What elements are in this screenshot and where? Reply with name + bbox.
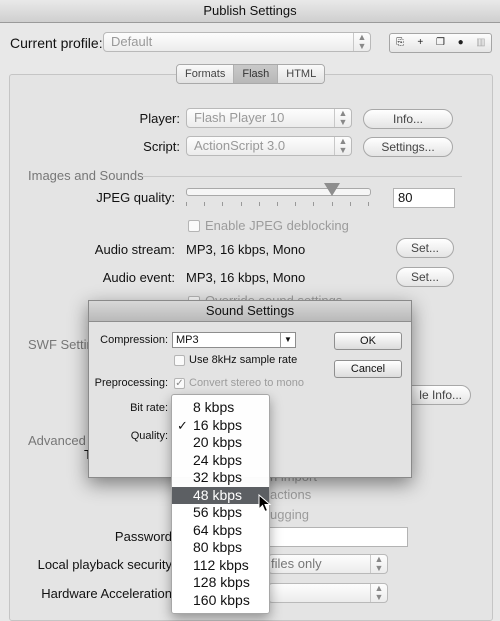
bitrate-menu-item[interactable]: 8 kbps bbox=[172, 399, 269, 416]
import-export-icon[interactable]: ⎘ bbox=[393, 36, 407, 50]
bitrate-menu-item[interactable]: 48 kbps bbox=[172, 486, 269, 504]
current-profile-label: Current profile: bbox=[10, 35, 103, 51]
audio-stream-set-button[interactable]: Set... bbox=[396, 238, 454, 258]
player-label: Player: bbox=[139, 111, 180, 126]
quality-label: Quality: bbox=[130, 430, 168, 442]
player-info-button[interactable]: Info... bbox=[363, 109, 453, 129]
local-playback-value: files only bbox=[271, 556, 322, 571]
bitrate-menu-item-label: 128 kbps bbox=[193, 574, 250, 590]
profile-popup[interactable]: Default ▲ ▼ bbox=[103, 32, 371, 52]
jpeg-quality-slider[interactable] bbox=[186, 188, 371, 196]
bitrate-menu-item[interactable]: 64 kbps bbox=[172, 522, 269, 539]
bit-rate-label: Bit rate: bbox=[130, 402, 168, 414]
up-down-arrows-icon: ▲ ▼ bbox=[353, 33, 370, 51]
script-settings-button[interactable]: Settings... bbox=[363, 137, 453, 157]
bitrate-menu-item[interactable]: 112 kbps bbox=[172, 557, 269, 574]
profile-value: Default bbox=[111, 34, 153, 49]
bitrate-menu-item-label: 20 kbps bbox=[193, 434, 243, 450]
advanced-heading: Advanced bbox=[28, 433, 86, 448]
bitrate-menu-item-label: 32 kbps bbox=[193, 469, 243, 485]
audio-event-value: MP3, 16 kbps, Mono bbox=[186, 270, 306, 285]
use-8khz-checkbox[interactable] bbox=[174, 355, 185, 366]
script-popup[interactable]: ActionScript 3.0 ▲ ▼ bbox=[186, 136, 352, 156]
swf-settings-heading: SWF Settin bbox=[28, 337, 94, 352]
audio-stream-label: Audio stream: bbox=[94, 242, 175, 257]
audio-stream-value: MP3, 16 kbps, Mono bbox=[186, 242, 306, 257]
omit-actions-label: actions bbox=[270, 487, 312, 502]
trash-icon[interactable]: ▥ bbox=[474, 36, 488, 50]
checkmark-icon: ✓ bbox=[177, 417, 188, 433]
profile-toolbar: ⎘ + ❐ ● ▥ bbox=[389, 33, 492, 53]
use-8khz-label: Use 8kHz sample rate bbox=[189, 354, 298, 366]
ok-button[interactable]: OK bbox=[334, 332, 402, 350]
dropdown-arrow-icon: ▼ bbox=[280, 333, 295, 347]
compression-select[interactable]: MP3 ▼ bbox=[172, 332, 296, 348]
bitrate-menu-item-label: 64 kbps bbox=[193, 521, 243, 538]
password-input[interactable] bbox=[268, 527, 408, 547]
slider-ticks bbox=[186, 202, 369, 206]
section-divider bbox=[142, 176, 462, 177]
bitrate-menu-item-label: 16 kbps bbox=[193, 416, 243, 433]
mouse-cursor-icon bbox=[258, 494, 272, 513]
bitrate-menu-item[interactable]: 56 kbps bbox=[172, 504, 269, 521]
up-down-arrows-icon: ▲ ▼ bbox=[334, 109, 351, 127]
deblocking-checkbox[interactable] bbox=[188, 220, 200, 232]
script-value: ActionScript 3.0 bbox=[194, 138, 286, 153]
duplicate-profile-icon[interactable]: ❐ bbox=[433, 36, 447, 50]
audio-event-label: Audio event: bbox=[102, 270, 175, 285]
password-label: Password bbox=[114, 529, 172, 544]
bitrate-menu-item-label: 112 kbps bbox=[193, 556, 249, 573]
bitrate-menu: 8 kbps ✓ 16 kbps 20 kbps 24 kbps 32 kbps 48 kb… bbox=[171, 394, 270, 614]
images-sounds-heading: Images and Sounds bbox=[28, 168, 144, 183]
bitrate-menu-item[interactable]: 24 kbps bbox=[172, 452, 269, 469]
bitrate-menu-item[interactable]: 128 kbps bbox=[172, 574, 269, 591]
bitrate-menu-item-label: 160 kbps bbox=[193, 591, 250, 608]
bitrate-menu-item-label: 80 kbps bbox=[193, 539, 243, 555]
local-playback-label: Local playback security bbox=[37, 557, 172, 572]
add-profile-icon[interactable]: + bbox=[413, 36, 427, 50]
window-title: Publish Settings bbox=[0, 0, 500, 23]
bitrate-menu-item[interactable]: 80 kbps bbox=[172, 539, 269, 556]
up-down-arrows-icon: ▲ ▼ bbox=[370, 555, 387, 573]
hardware-acceleration-popup[interactable]: ▲ ▼ bbox=[268, 583, 388, 603]
audio-event-set-button[interactable]: Set... bbox=[396, 267, 454, 287]
up-down-arrows-icon: ▲ ▼ bbox=[334, 137, 351, 155]
preprocessing-label: Preprocessing: bbox=[94, 377, 168, 389]
cancel-button[interactable]: Cancel bbox=[334, 360, 402, 378]
convert-mono-checkbox[interactable]: ✓ bbox=[174, 378, 185, 389]
bitrate-menu-item-label: 48 kbps bbox=[193, 486, 243, 503]
dialog-title: Sound Settings bbox=[89, 301, 411, 322]
bitrate-menu-item-label: 24 kbps bbox=[193, 451, 243, 468]
convert-mono-label: Convert stereo to mono bbox=[189, 377, 304, 389]
profile-info-icon[interactable]: ● bbox=[454, 36, 468, 50]
local-playback-popup[interactable]: files only ▲ ▼ bbox=[268, 554, 388, 574]
deblocking-label: Enable JPEG deblocking bbox=[205, 218, 349, 233]
bitrate-menu-item[interactable]: 160 kbps bbox=[172, 592, 269, 609]
hardware-acceleration-label: Hardware Acceleration bbox=[41, 586, 172, 601]
script-label: Script: bbox=[143, 139, 180, 154]
tab-formats[interactable]: Formats bbox=[177, 65, 235, 83]
up-down-arrows-icon: ▲ ▼ bbox=[370, 584, 387, 602]
compression-value: MP3 bbox=[176, 334, 199, 346]
slider-thumb[interactable] bbox=[324, 183, 341, 196]
debugging-label: ugging bbox=[270, 507, 310, 522]
bitrate-menu-item-label: 56 kbps bbox=[193, 504, 243, 520]
jpeg-quality-input[interactable]: 80 bbox=[393, 188, 455, 208]
player-value: Flash Player 10 bbox=[194, 110, 285, 125]
tab-flash[interactable]: Flash bbox=[234, 65, 279, 83]
bitrate-menu-item[interactable]: 32 kbps bbox=[172, 469, 269, 486]
jpeg-quality-label: JPEG quality: bbox=[96, 190, 175, 205]
format-tabs: Formats Flash HTML bbox=[176, 64, 326, 84]
bitrate-menu-item[interactable]: 20 kbps bbox=[172, 434, 269, 451]
compression-label: Compression: bbox=[100, 334, 168, 346]
player-popup[interactable]: Flash Player 10 ▲ ▼ bbox=[186, 108, 352, 128]
bitrate-menu-item[interactable]: ✓ 16 kbps bbox=[172, 417, 269, 434]
tab-html[interactable]: HTML bbox=[278, 65, 325, 83]
bitrate-menu-item-label: 8 kbps bbox=[193, 399, 235, 415]
